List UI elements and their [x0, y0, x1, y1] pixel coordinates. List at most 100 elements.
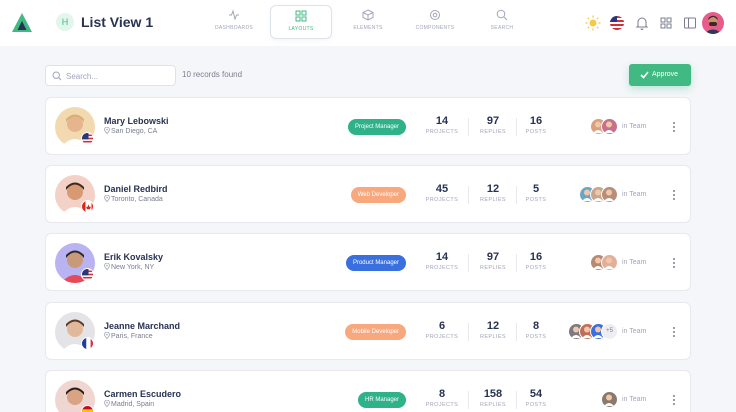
member-name[interactable]: Erik Kovalsky — [104, 252, 163, 262]
country-flag-icon — [81, 337, 94, 350]
more-options-icon[interactable] — [670, 325, 678, 339]
team-member-avatar[interactable] — [601, 118, 618, 135]
member-location: Toronto, Canada — [104, 194, 163, 203]
user-avatar[interactable] — [702, 12, 724, 34]
team-member-avatar[interactable] — [601, 391, 618, 408]
stat-value: 14 — [435, 115, 449, 127]
tab-layouts[interactable]: LAYOUTS — [270, 5, 332, 39]
list-item[interactable]: Mary Lebowski San Diego, CA Project Manage… — [45, 97, 691, 155]
us-flag-icon[interactable] — [608, 14, 626, 32]
list-item[interactable]: Carmen Escudero Madrid, Spain HR Manager 8 P… — [45, 370, 691, 412]
team-more-count[interactable]: +5 — [601, 323, 618, 340]
stat-label: PROJECTS — [425, 402, 459, 408]
team-avatars[interactable] — [590, 254, 618, 272]
stat-label: POSTS — [525, 334, 547, 340]
apps-grid-icon[interactable] — [657, 14, 675, 32]
stat-value: 54 — [529, 388, 543, 400]
in-team-label: in Team — [622, 328, 647, 335]
location-text: Madrid, Spain — [111, 401, 155, 408]
stat-posts: 54 POSTS — [516, 388, 556, 408]
team-avatars[interactable] — [579, 186, 618, 204]
team-avatars[interactable] — [601, 391, 618, 409]
stat-value: 6 — [438, 320, 446, 332]
stat-divider — [516, 254, 517, 272]
stat-divider — [468, 391, 469, 409]
more-options-icon[interactable] — [670, 393, 678, 407]
stat-value: 12 — [486, 320, 500, 332]
stat-label: POSTS — [525, 402, 547, 408]
stat-label: REPLIES — [479, 402, 507, 408]
stat-projects: 14 PROJECTS — [422, 115, 462, 135]
tab-elements[interactable]: ELEMENTS — [337, 5, 399, 39]
stat-label: PROJECTS — [425, 265, 459, 271]
team-member-avatar[interactable] — [601, 254, 618, 271]
stat-projects: 6 PROJECTS — [422, 320, 462, 340]
list-item[interactable]: Erik Kovalsky New York, NY Product Manager… — [45, 233, 691, 291]
search-input[interactable] — [66, 69, 171, 83]
team-avatars[interactable]: +5 — [568, 323, 618, 341]
stat-projects: 14 PROJECTS — [422, 251, 462, 271]
stat-value: 16 — [529, 115, 543, 127]
top-navbar: H List View 1 DASHBOARDS LAYOUTS ELEMENT… — [0, 0, 736, 46]
more-options-icon[interactable] — [670, 256, 678, 270]
tab-search[interactable]: SEARCH — [471, 5, 533, 39]
cog-icon — [430, 10, 440, 20]
stat-label: POSTS — [525, 129, 547, 135]
map-pin-icon — [104, 194, 111, 203]
role-badge: Mobile Developer — [345, 324, 406, 340]
stat-label: PROJECTS — [425, 129, 459, 135]
box-icon — [362, 9, 374, 21]
stat-value: 8 — [438, 388, 446, 400]
records-count: 10 records found — [182, 70, 243, 79]
search-icon — [496, 9, 508, 21]
tab-components[interactable]: COMPONENTS — [404, 5, 466, 39]
more-options-icon[interactable] — [670, 120, 678, 134]
tab-label: LAYOUTS — [288, 26, 314, 32]
stat-value: 14 — [435, 251, 449, 263]
stat-replies: 12 REPLIES — [473, 320, 513, 340]
list-item[interactable]: Jeanne Marchand Paris, France Mobile Devel… — [45, 302, 691, 360]
stat-label: PROJECTS — [425, 334, 459, 340]
stat-label: PROJECTS — [425, 197, 459, 203]
tab-label: DASHBOARDS — [214, 25, 253, 31]
bell-icon[interactable] — [633, 14, 651, 32]
stat-label: POSTS — [525, 197, 547, 203]
stat-projects: 8 PROJECTS — [422, 388, 462, 408]
in-team-label: in Team — [622, 396, 647, 403]
stat-label: POSTS — [525, 265, 547, 271]
stat-divider — [516, 118, 517, 136]
location-text: San Diego, CA — [111, 128, 158, 135]
list-item[interactable]: Daniel Redbird Toronto, Canada Web Develop… — [45, 165, 691, 223]
stat-value: 8 — [532, 320, 540, 332]
member-name[interactable]: Mary Lebowski — [104, 116, 169, 126]
more-options-icon[interactable] — [670, 188, 678, 202]
stat-replies: 97 REPLIES — [473, 251, 513, 271]
stat-label: REPLIES — [479, 197, 507, 203]
stat-value: 5 — [532, 183, 540, 195]
country-flag-icon — [81, 200, 94, 213]
member-name[interactable]: Daniel Redbird — [104, 184, 168, 194]
page-title: List View 1 — [81, 14, 154, 30]
stat-divider — [516, 323, 517, 341]
country-flag-icon — [81, 268, 94, 281]
logo-icon[interactable] — [11, 12, 33, 34]
team-avatars[interactable] — [590, 118, 618, 136]
stat-value: 45 — [435, 183, 449, 195]
stat-label: REPLIES — [479, 129, 507, 135]
map-pin-icon — [104, 331, 111, 340]
search-box[interactable] — [45, 65, 176, 86]
tab-dashboards[interactable]: DASHBOARDS — [203, 5, 265, 39]
map-pin-icon — [104, 262, 111, 271]
sun-icon[interactable] — [584, 14, 602, 32]
stat-replies: 97 REPLIES — [473, 115, 513, 135]
team-member-avatar[interactable] — [601, 186, 618, 203]
stat-posts: 16 POSTS — [516, 115, 556, 135]
member-name[interactable]: Jeanne Marchand — [104, 321, 180, 331]
member-name[interactable]: Carmen Escudero — [104, 389, 181, 399]
stat-divider — [516, 186, 517, 204]
sidebar-toggle-icon[interactable] — [681, 14, 699, 32]
stat-projects: 45 PROJECTS — [422, 183, 462, 203]
approve-button[interactable]: Approve — [629, 64, 691, 86]
stat-divider — [468, 323, 469, 341]
map-pin-icon — [104, 399, 111, 408]
